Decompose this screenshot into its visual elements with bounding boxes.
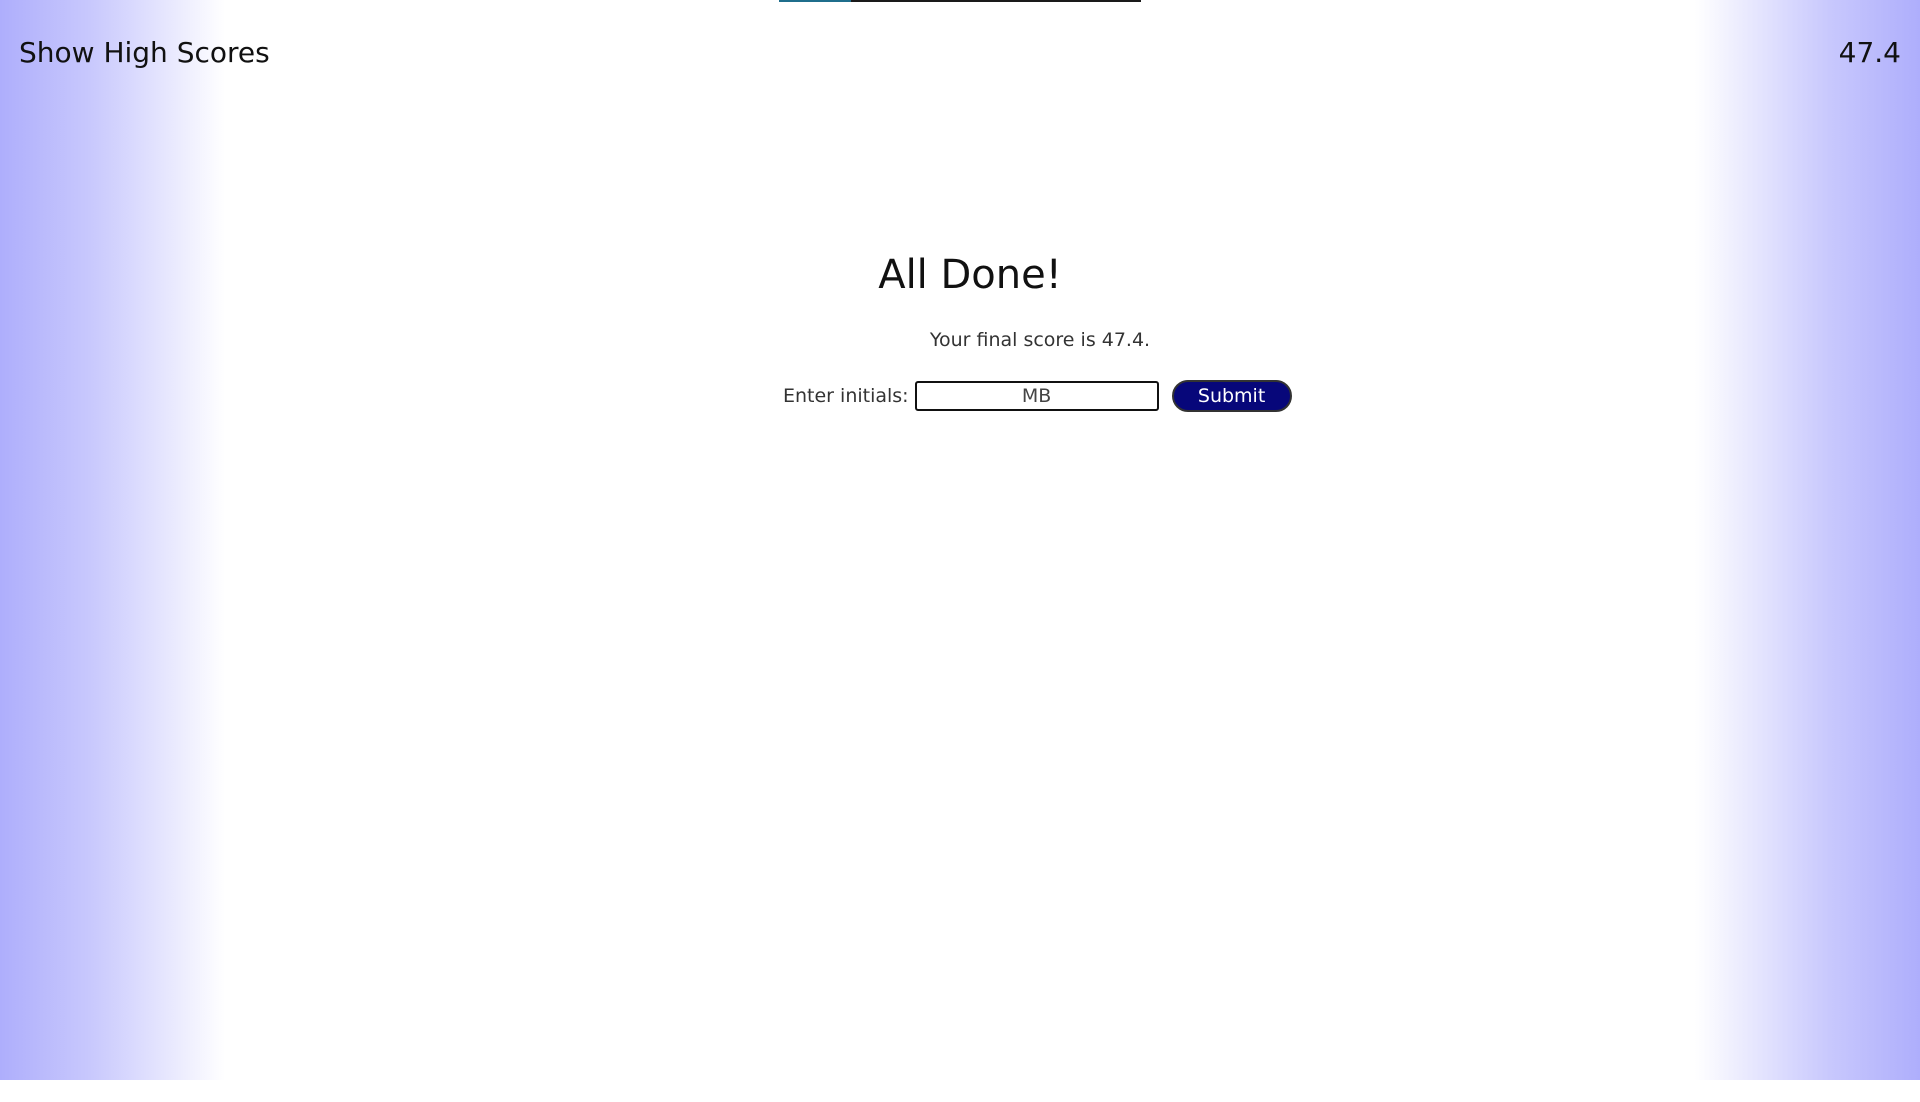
quiz-page: Show High Scores 47.4 All Done! Your fin…: [0, 0, 1920, 1080]
page-title: All Done!: [878, 252, 1062, 298]
initials-label: Enter initials:: [783, 385, 909, 407]
final-score-text: Your final score is 47.4.: [929, 329, 1151, 351]
initials-form: Enter initials: Submit: [783, 379, 1292, 413]
timer-progress-bar: [779, 0, 1141, 2]
timer-progress-fill: [779, 0, 852, 2]
submit-button[interactable]: Submit: [1171, 380, 1292, 412]
timer-value: 47.4: [1838, 36, 1901, 69]
show-high-scores-link[interactable]: Show High Scores: [19, 36, 270, 69]
initials-input[interactable]: [914, 381, 1159, 411]
